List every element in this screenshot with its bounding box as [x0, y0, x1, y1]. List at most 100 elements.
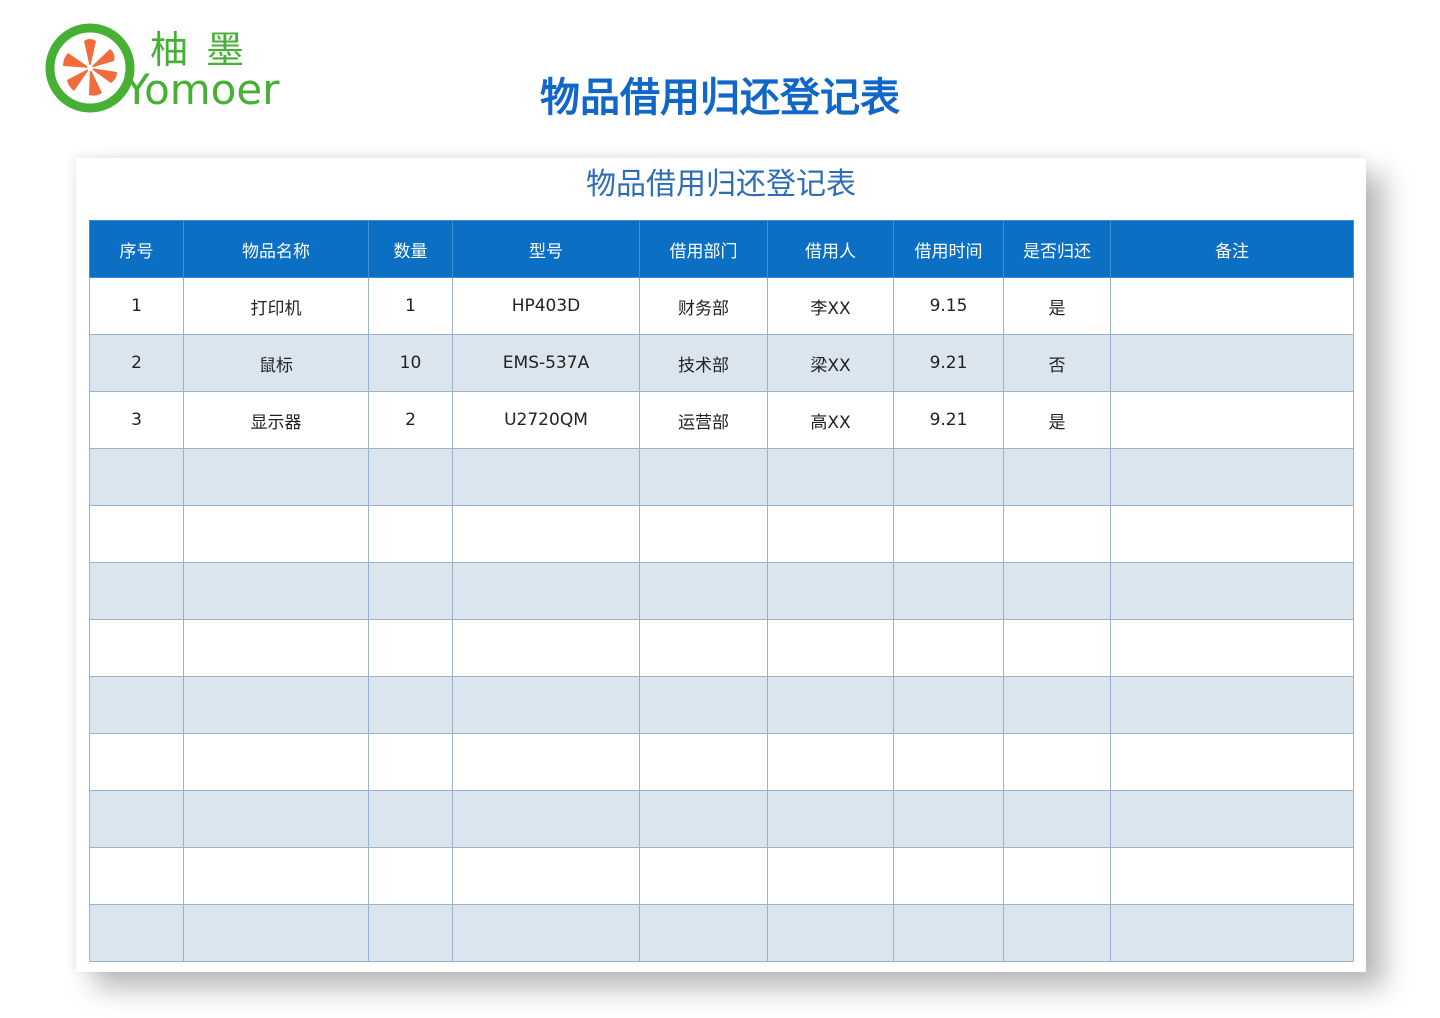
cell-item-name[interactable]: 打印机	[183, 277, 369, 335]
cell-item-name[interactable]	[183, 562, 369, 620]
cell-borrower[interactable]: 高XX	[767, 391, 894, 449]
cell-quantity[interactable]	[368, 790, 453, 848]
cell-remarks[interactable]	[1110, 676, 1354, 734]
cell-department[interactable]	[639, 676, 768, 734]
cell-borrow-time[interactable]	[893, 676, 1004, 734]
cell-remarks[interactable]	[1110, 391, 1354, 449]
cell-department[interactable]	[639, 448, 768, 506]
cell-model[interactable]	[452, 790, 640, 848]
cell-department[interactable]	[639, 790, 768, 848]
cell-remarks[interactable]	[1110, 562, 1354, 620]
cell-returned[interactable]: 是	[1003, 277, 1111, 335]
cell-item-name[interactable]: 显示器	[183, 391, 369, 449]
cell-borrower[interactable]: 梁XX	[767, 334, 894, 392]
cell-borrower[interactable]	[767, 904, 894, 962]
cell-quantity[interactable]	[368, 676, 453, 734]
cell-returned[interactable]	[1003, 904, 1111, 962]
cell-seq[interactable]	[89, 619, 184, 677]
cell-returned[interactable]	[1003, 790, 1111, 848]
cell-model[interactable]	[452, 733, 640, 791]
cell-model[interactable]	[452, 505, 640, 563]
cell-returned[interactable]	[1003, 505, 1111, 563]
cell-model[interactable]	[452, 448, 640, 506]
cell-borrow-time[interactable]	[893, 562, 1004, 620]
cell-quantity[interactable]	[368, 904, 453, 962]
column-header-remarks[interactable]: 备注	[1110, 220, 1354, 278]
cell-borrower[interactable]	[767, 733, 894, 791]
cell-model[interactable]: EMS-537A	[452, 334, 640, 392]
cell-model[interactable]: U2720QM	[452, 391, 640, 449]
cell-borrower[interactable]	[767, 847, 894, 905]
cell-item-name[interactable]	[183, 904, 369, 962]
cell-item-name[interactable]	[183, 448, 369, 506]
cell-returned[interactable]	[1003, 676, 1111, 734]
cell-borrow-time[interactable]: 9.21	[893, 391, 1004, 449]
cell-quantity[interactable]: 2	[368, 391, 453, 449]
cell-item-name[interactable]	[183, 733, 369, 791]
cell-borrow-time[interactable]: 9.15	[893, 277, 1004, 335]
column-header-model[interactable]: 型号	[452, 220, 640, 278]
cell-seq[interactable]	[89, 562, 184, 620]
cell-returned[interactable]: 否	[1003, 334, 1111, 392]
column-header-item-name[interactable]: 物品名称	[183, 220, 369, 278]
cell-seq[interactable]	[89, 505, 184, 563]
cell-model[interactable]	[452, 619, 640, 677]
cell-department[interactable]	[639, 505, 768, 563]
cell-item-name[interactable]	[183, 847, 369, 905]
cell-model[interactable]: HP403D	[452, 277, 640, 335]
cell-model[interactable]	[452, 904, 640, 962]
cell-remarks[interactable]	[1110, 334, 1354, 392]
column-header-returned[interactable]: 是否归还	[1003, 220, 1111, 278]
cell-quantity[interactable]: 1	[368, 277, 453, 335]
cell-returned[interactable]	[1003, 562, 1111, 620]
cell-remarks[interactable]	[1110, 505, 1354, 563]
column-header-quantity[interactable]: 数量	[368, 220, 453, 278]
cell-item-name[interactable]	[183, 790, 369, 848]
cell-borrow-time[interactable]	[893, 448, 1004, 506]
cell-seq[interactable]: 1	[89, 277, 184, 335]
cell-borrow-time[interactable]	[893, 847, 1004, 905]
cell-department[interactable]: 技术部	[639, 334, 768, 392]
cell-borrower[interactable]	[767, 562, 894, 620]
cell-model[interactable]	[452, 562, 640, 620]
cell-department[interactable]	[639, 847, 768, 905]
cell-remarks[interactable]	[1110, 448, 1354, 506]
cell-quantity[interactable]	[368, 619, 453, 677]
cell-item-name[interactable]	[183, 505, 369, 563]
column-header-borrower[interactable]: 借用人	[767, 220, 894, 278]
cell-borrower[interactable]	[767, 505, 894, 563]
column-header-seq[interactable]: 序号	[89, 220, 184, 278]
cell-seq[interactable]	[89, 904, 184, 962]
cell-department[interactable]	[639, 733, 768, 791]
cell-borrower[interactable]: 李XX	[767, 277, 894, 335]
cell-seq[interactable]	[89, 790, 184, 848]
cell-seq[interactable]: 2	[89, 334, 184, 392]
cell-item-name[interactable]	[183, 676, 369, 734]
cell-seq[interactable]	[89, 448, 184, 506]
cell-quantity[interactable]: 10	[368, 334, 453, 392]
cell-returned[interactable]	[1003, 448, 1111, 506]
cell-borrow-time[interactable]	[893, 904, 1004, 962]
cell-department[interactable]	[639, 619, 768, 677]
cell-remarks[interactable]	[1110, 619, 1354, 677]
column-header-borrow-time[interactable]: 借用时间	[893, 220, 1004, 278]
cell-seq[interactable]	[89, 733, 184, 791]
cell-quantity[interactable]	[368, 448, 453, 506]
cell-returned[interactable]: 是	[1003, 391, 1111, 449]
cell-borrower[interactable]	[767, 619, 894, 677]
cell-remarks[interactable]	[1110, 904, 1354, 962]
cell-department[interactable]: 运营部	[639, 391, 768, 449]
cell-quantity[interactable]	[368, 562, 453, 620]
cell-borrower[interactable]	[767, 448, 894, 506]
cell-borrow-time[interactable]	[893, 619, 1004, 677]
cell-quantity[interactable]	[368, 505, 453, 563]
cell-borrow-time[interactable]	[893, 790, 1004, 848]
cell-remarks[interactable]	[1110, 847, 1354, 905]
cell-quantity[interactable]	[368, 733, 453, 791]
cell-model[interactable]	[452, 847, 640, 905]
cell-borrower[interactable]	[767, 790, 894, 848]
cell-borrow-time[interactable]	[893, 505, 1004, 563]
cell-borrower[interactable]	[767, 676, 894, 734]
cell-returned[interactable]	[1003, 619, 1111, 677]
cell-remarks[interactable]	[1110, 790, 1354, 848]
